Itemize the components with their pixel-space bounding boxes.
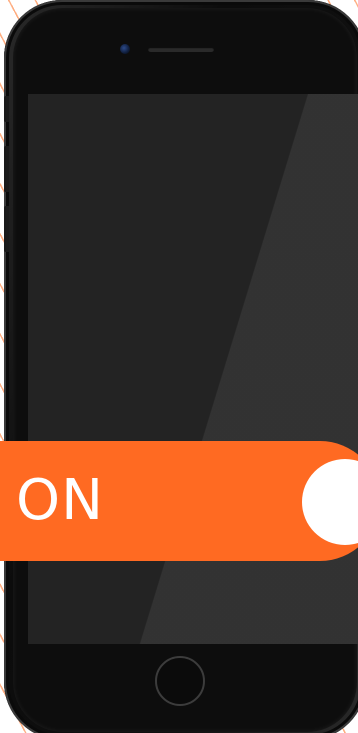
phone-screen	[28, 94, 358, 644]
speaker-grille-icon	[148, 47, 214, 52]
background-stripes: ON	[0, 0, 358, 733]
home-button-icon	[155, 656, 205, 706]
volume-down-button	[4, 206, 9, 252]
screen-glare	[28, 94, 358, 644]
toggle-label: ON	[16, 468, 104, 533]
volume-up-button	[4, 146, 9, 192]
silent-switch	[4, 96, 9, 122]
front-camera-icon	[120, 44, 130, 54]
power-toggle[interactable]: ON	[0, 441, 358, 561]
toggle-knob[interactable]	[302, 459, 358, 545]
